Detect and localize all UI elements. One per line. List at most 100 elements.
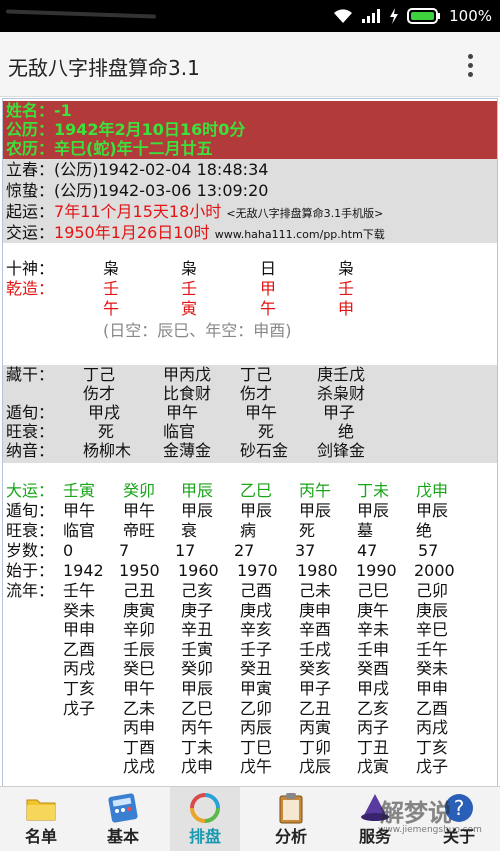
refresh-icon — [190, 793, 220, 823]
help-icon: ? — [445, 794, 473, 822]
liunian-cell: 丙辰 — [240, 718, 273, 738]
liunian-cell: 甲子 — [299, 679, 332, 698]
liunian-cell: 丙子 — [357, 718, 390, 738]
shiyu-row: 始于： 1942 1950 1960 1970 1980 1990 2000 — [3, 561, 497, 581]
liunian-row: 丙申 丙午 丙辰 丙寅 丙子 丙戌 — [3, 718, 497, 738]
jingzhe-label: 惊蛰： — [6, 181, 55, 200]
dayun-dunxun-cell: 甲辰 — [181, 501, 214, 520]
liunian-row: 丙戌 癸巳 癸卯 癸丑 癸亥 癸酉 癸未 — [3, 659, 497, 679]
nayin-cell: 剑锋金 — [317, 441, 366, 460]
name-line: 姓名：-1 — [6, 101, 72, 120]
shishen-label: 十神： — [6, 259, 55, 278]
overflow-menu-icon[interactable] — [468, 54, 474, 77]
canggan-god-cell: 伤才 — [83, 384, 116, 403]
liunian-cell: 乙丑 — [299, 698, 332, 718]
dayun-label: 大运： — [6, 481, 55, 500]
tab-jiben-label: 基本 — [106, 827, 139, 846]
branch-cell: 午 — [103, 299, 120, 318]
canggan-cell: 庚壬戊 — [317, 365, 366, 384]
tab-jiben[interactable]: 基本 — [88, 787, 158, 851]
canggan-cell: 丁己 — [83, 365, 116, 384]
wizard-hat-icon — [361, 794, 389, 821]
canggan-cell: 甲丙戊 — [163, 365, 212, 384]
liunian-cell: 庚子 — [181, 600, 214, 620]
suishu-cell: 17 — [175, 541, 196, 560]
tab-mingdan[interactable]: 名单 — [6, 787, 76, 851]
kongwang-text: (日空：辰巳、年空：申酉) — [103, 321, 292, 340]
liunian-cell: 癸巳 — [123, 659, 156, 679]
liunian-cell: 辛酉 — [299, 620, 332, 640]
liunian-cell: 丙戌 — [63, 659, 96, 679]
suishu-row: 岁数： 0 7 17 27 37 47 57 — [3, 541, 497, 561]
liunian-cell: 癸亥 — [299, 659, 332, 679]
liunian-cell: 甲寅 — [240, 679, 273, 698]
dayun-cell: 丁未 — [357, 481, 390, 500]
dayun-cell: 乙巳 — [240, 481, 273, 500]
canggan-row: 藏干： 丁己 甲丙戊 丁己 庚壬戊 — [3, 365, 497, 385]
charging-icon — [390, 8, 399, 24]
dayun-cell: 戊申 — [416, 481, 449, 500]
wangshuai-cell: 绝 — [338, 422, 355, 441]
wifi-icon — [334, 9, 353, 23]
dayun-wangshuai-label: 旺衰： — [6, 521, 55, 540]
dunxun-cell: 甲午 — [166, 403, 199, 422]
dunxun-row: 遁旬： 甲戌 甲午 甲午 甲子 — [3, 403, 497, 423]
dunxun-cell: 甲午 — [245, 403, 278, 422]
liunian-cell: 丙戌 — [416, 718, 449, 738]
folder-icon — [26, 799, 56, 821]
liunian-cell: 壬午 — [416, 639, 449, 659]
clipboard-icon — [279, 793, 303, 824]
liunian-cell: 壬子 — [240, 639, 273, 659]
liunian-row: 癸未 庚寅 庚子 庚戌 庚申 庚午 庚辰 — [3, 601, 497, 621]
liunian-cell: 癸未 — [416, 659, 449, 679]
shishen-cell: 枭 — [103, 259, 120, 278]
suishu-cell: 27 — [234, 541, 255, 560]
tab-guanyu[interactable]: ? 关于 — [424, 787, 494, 851]
liunian-cell: 己丑 — [123, 581, 156, 600]
liunian-row: 甲申 辛卯 辛丑 辛亥 辛酉 辛未 辛巳 — [3, 620, 497, 640]
jiaoyun-label: 交运： — [6, 223, 55, 242]
liunian-cell: 庚戌 — [240, 600, 273, 620]
dayun-wangshuai-cell: 帝旺 — [123, 521, 156, 540]
liunian-cell: 庚辰 — [416, 600, 449, 620]
stem-cell: 壬 — [338, 279, 355, 298]
liunian-cell: 己卯 — [416, 581, 449, 600]
liunian-cell: 庚午 — [357, 600, 390, 620]
dayun-dunxun-row: 遁旬： 甲午 甲午 甲辰 甲辰 甲辰 甲辰 甲辰 — [3, 501, 497, 521]
dayun-cell: 癸卯 — [123, 481, 156, 500]
liunian-cell: 壬申 — [357, 639, 390, 659]
battery-percent: 100% — [449, 7, 492, 25]
qianzao-label: 乾造： — [6, 279, 55, 298]
liunian-cell: 丁酉 — [123, 737, 156, 757]
battery-icon — [407, 8, 441, 24]
liunian-cell: 庚寅 — [123, 600, 156, 620]
nayin-row: 纳音： 杨柳木 金薄金 砂石金 剑锋金 — [3, 441, 497, 461]
qiyun-value: 7年11个月15天18小时 — [54, 202, 222, 221]
suishu-cell: 57 — [418, 541, 439, 560]
liunian-cell: 己巳 — [357, 581, 390, 600]
liunian-cell: 壬辰 — [123, 639, 156, 659]
shiyu-label: 始于： — [6, 561, 55, 580]
liunian-cell: 戊子 — [63, 698, 96, 718]
dunxun-cell: 甲戌 — [88, 403, 121, 422]
tab-mingdan-label: 名单 — [24, 827, 57, 846]
tab-fuwu-label: 服务 — [358, 827, 391, 846]
liunian-cell: 癸酉 — [357, 659, 390, 679]
dayun-dunxun-cell: 甲辰 — [416, 501, 449, 520]
dayun-dunxun-label: 遁旬： — [6, 501, 55, 520]
shiyu-cell: 2000 — [414, 561, 455, 580]
liunian-cell: 乙未 — [123, 698, 156, 718]
shishen-row: 十神： 枭 枭 日 枭 — [3, 259, 497, 279]
lichun-line: 立春：(公历)1942-02-04 18:48:34 — [3, 159, 497, 180]
stems-row: 乾造： 壬 壬 甲 壬 — [3, 279, 497, 299]
jiaoyun-value: 1950年1月26日10时 — [54, 223, 210, 242]
dayun-block: 大运： 壬寅 癸卯 甲辰 乙巳 丙午 丁未 戊申 遁旬： 甲午 甲午 甲辰 甲辰… — [3, 463, 497, 786]
tab-fenxi[interactable]: 分析 — [256, 787, 326, 851]
wangshuai-label: 旺衰： — [6, 422, 55, 441]
tab-fuwu[interactable]: 服务 — [340, 787, 410, 851]
liunian-row: 乙酉 壬辰 壬寅 壬子 壬戌 壬申 壬午 — [3, 640, 497, 660]
tab-paipan[interactable]: 排盘 — [170, 787, 240, 851]
liunian-cell: 己亥 — [181, 581, 214, 600]
liunian-cell: 壬午 — [63, 581, 96, 600]
liunian-cell: 丙午 — [181, 718, 214, 738]
